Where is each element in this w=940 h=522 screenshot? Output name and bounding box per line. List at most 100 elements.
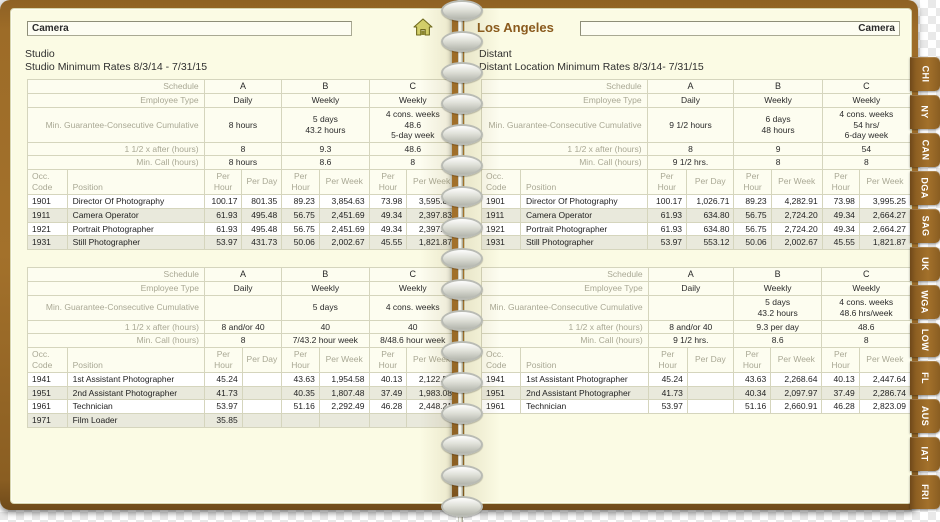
table-row[interactable]: 1951 2nd Assistant Photographer 41.73 40.35…	[27, 385, 457, 401]
table-row[interactable]: 1921 Portrait Photographer 61.93 495.48 56.7…	[27, 221, 457, 237]
per-day-a-cell	[241, 413, 283, 428]
schedule-row: Schedule A B C	[481, 78, 911, 95]
index-tab-wga[interactable]: WGA	[910, 285, 940, 319]
per-hour-c-cell: 46.28	[368, 399, 408, 414]
table-row[interactable]: 1951 2nd Assistant Photographer 41.73 40.34…	[480, 385, 911, 401]
per-hour-a-cell: 35.85	[204, 413, 243, 428]
table-row[interactable]: 1911 Camera Operator 61.93 495.48 56.75 2,451…	[27, 207, 457, 223]
table-row[interactable]: 1921 Portrait Photographer 61.93 634.80 56.7…	[481, 221, 911, 237]
schedule-b: B	[732, 266, 823, 283]
right-rate-table-1: Schedule A B C Employee Type Daily Weekl…	[481, 78, 911, 250]
per-hour-a-cell: 100.17	[646, 194, 688, 209]
index-tab-iat[interactable]: IAT	[910, 437, 940, 471]
schedule-label: Schedule	[481, 78, 648, 95]
index-tab-fl[interactable]: FL	[910, 361, 940, 395]
per-hour-header-c: Per Hour	[821, 168, 860, 196]
per-hour-b-cell: 56.75	[281, 207, 320, 223]
column-header-row: Occ. Code Position Per Hour Per Day Per …	[480, 346, 911, 374]
index-tabs: CHI NY CAN DGA SAG UK WGA LOW FL AUS IAT FRI	[906, 0, 940, 522]
schedule-row: Schedule A B C	[27, 266, 457, 283]
index-tab-sag[interactable]: SAG	[910, 209, 940, 243]
per-hour-b-cell: 89.23	[733, 194, 772, 209]
schedule-b: B	[281, 266, 370, 283]
table-row[interactable]: 1931 Still Photographer 53.97 431.73 50.06 2,…	[27, 235, 457, 250]
per-day-a-cell: 1,026.71	[686, 194, 735, 209]
table-row[interactable]: 1961 Technician 53.97 51.16 2,292.49 46.28 2,4…	[27, 399, 457, 414]
min-guarantee-a: 8 hours	[203, 106, 283, 143]
per-week-b-cell: 2,002.67	[770, 235, 823, 250]
per-hour-header-c: Per Hour	[368, 168, 408, 196]
schedule-label: Schedule	[27, 266, 205, 283]
occ-code-cell: 1951	[27, 385, 68, 401]
index-tab-dga[interactable]: DGA	[910, 171, 940, 205]
index-tab-low[interactable]: LOW	[910, 323, 940, 357]
min-call-b: 7/43.2 hour week	[281, 333, 370, 348]
per-hour-header-b: Per Hour	[281, 168, 320, 196]
one-half-c: 48.6	[821, 319, 911, 335]
min-call-label: Min. Call (hours)	[481, 333, 649, 348]
index-tab-chi[interactable]: CHI	[910, 57, 940, 91]
table-row[interactable]: 1901 Director Of Photography 100.17 1,026.7…	[481, 194, 911, 209]
one-half-b: 40	[281, 319, 370, 335]
position-cell: Still Photographer	[519, 235, 648, 250]
employee-type-b: Weekly	[732, 281, 823, 296]
position-cell: Technician	[66, 399, 206, 414]
schedule-a: A	[646, 78, 735, 95]
per-hour-b-cell: 43.63	[732, 372, 772, 387]
employee-type-row: Employee Type Daily Weekly Weekly	[27, 281, 457, 296]
occ-code-cell: 1971	[27, 413, 68, 428]
per-week-c-cell: 2,664.27	[858, 221, 911, 237]
table-row[interactable]: 1931 Still Photographer 53.97 553.12 50.06 2,…	[481, 235, 911, 250]
right-section-label: Distant	[479, 48, 512, 60]
occ-code-cell: 1931	[481, 235, 521, 250]
left-table-1-body: 1901 Director Of Photography 100.17 801.35 8…	[27, 194, 457, 250]
table-row[interactable]: 1901 Director Of Photography 100.17 801.35 8…	[27, 194, 457, 209]
left-rate-table-1: Schedule A B C Employee Type Daily Weekl…	[27, 78, 457, 250]
per-week-b-cell: 2,724.20	[770, 207, 823, 223]
per-hour-header-a: Per Hour	[204, 346, 243, 374]
table-row[interactable]: 1941 1st Assistant Photographer 45.24 43.63…	[480, 372, 911, 387]
left-table-2-body: 1941 1st Assistant Photographer 45.24 43.63…	[27, 372, 457, 428]
home-icon[interactable]	[413, 18, 433, 36]
spiral-ring	[441, 310, 483, 331]
spiral-binding	[437, 0, 483, 522]
per-week-b-cell: 2,097.97	[770, 385, 823, 401]
index-tab-label: UK	[920, 257, 930, 271]
left-search-input[interactable]: Camera	[27, 21, 352, 36]
per-hour-a-cell: 41.73	[647, 385, 688, 401]
table-row[interactable]: 1961 Technician 53.97 51.16 2,660.91 46.28 2,8…	[480, 399, 911, 414]
per-hour-b-cell: 43.63	[281, 372, 320, 387]
position-cell: Film Loader	[66, 413, 206, 428]
per-hour-a-cell: 53.97	[203, 235, 243, 250]
per-hour-c-cell: 49.34	[821, 221, 860, 237]
employee-type-b: Weekly	[733, 93, 823, 108]
spiral-ring	[441, 155, 483, 176]
index-tab-ny[interactable]: NY	[910, 95, 940, 129]
index-tab-aus[interactable]: AUS	[910, 399, 940, 433]
min-guarantee-a	[647, 294, 734, 321]
min-call-row: Min. Call (hours) 9 1/2 hrs. 8 8	[481, 155, 911, 170]
one-half-label: 1 1/2 x after (hours)	[27, 141, 205, 157]
occ-code-header: Occ. Code	[480, 346, 522, 374]
index-tab-uk[interactable]: UK	[910, 247, 940, 281]
table-row[interactable]: 1941 1st Assistant Photographer 45.24 43.63…	[27, 372, 457, 387]
occ-code-cell: 1911	[481, 207, 521, 223]
table-row[interactable]: 1971 Film Loader 35.85	[27, 413, 457, 428]
position-cell: Portrait Photographer	[519, 221, 648, 237]
per-week-b-cell: 1,807.48	[318, 385, 370, 401]
schedule-b: B	[733, 78, 823, 95]
spiral-ring	[441, 31, 483, 52]
index-tab-can[interactable]: CAN	[910, 133, 940, 167]
per-hour-b-cell: 40.34	[732, 385, 772, 401]
per-hour-c-cell: 46.28	[821, 399, 860, 414]
per-day-a-cell	[686, 385, 734, 401]
index-tab-fri[interactable]: FRI	[910, 475, 940, 509]
index-tab-label: NY	[920, 105, 930, 119]
right-search-input[interactable]: Camera	[580, 21, 900, 36]
per-hour-b-cell: 51.16	[281, 399, 320, 414]
table-row[interactable]: 1911 Camera Operator 61.93 634.80 56.75 2,724…	[481, 207, 911, 223]
spiral-ring	[441, 372, 483, 393]
per-hour-header-b: Per Hour	[281, 346, 320, 374]
per-day-a-cell: 495.48	[241, 221, 283, 237]
schedule-b: B	[281, 78, 370, 95]
